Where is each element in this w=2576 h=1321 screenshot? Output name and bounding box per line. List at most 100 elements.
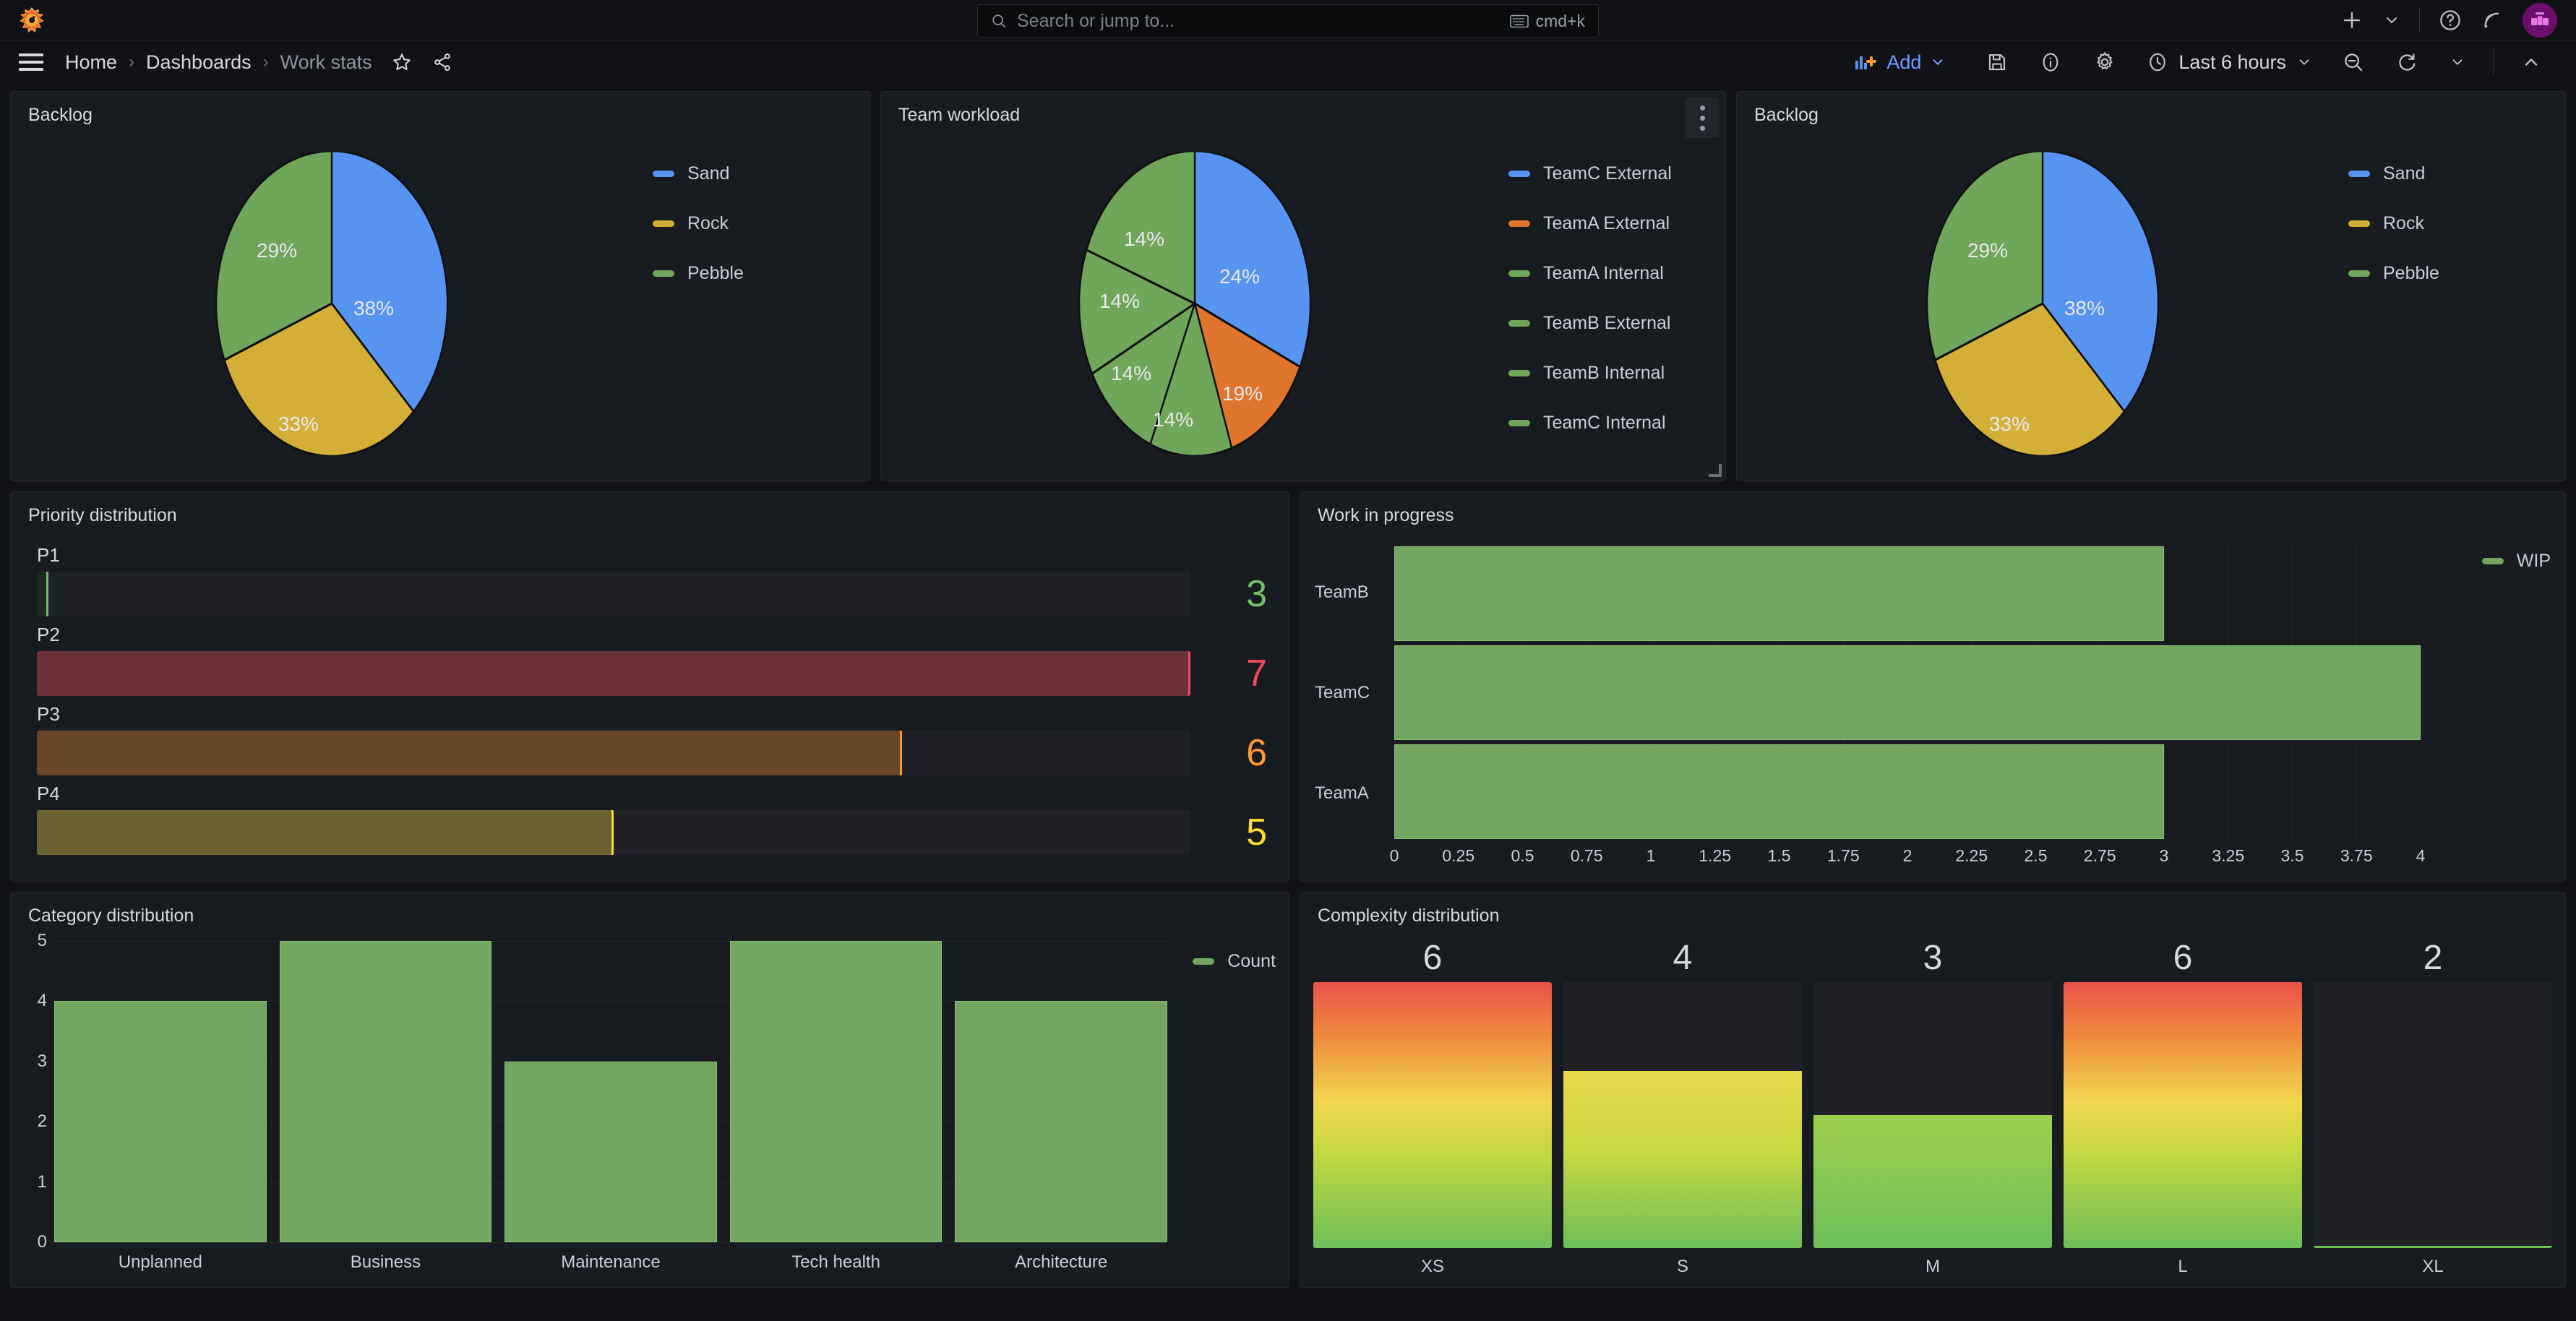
complexity-value: 2 xyxy=(2423,939,2443,977)
vbar-column-architecture[interactable] xyxy=(955,941,1167,1242)
global-search-input[interactable]: Search or jump to... cmd+k xyxy=(977,4,1599,38)
hamburger-menu-icon[interactable] xyxy=(19,53,43,71)
bar-gauge-row-p1[interactable]: P1 3 xyxy=(37,544,1267,616)
vbar-column-business[interactable] xyxy=(279,941,492,1242)
bar-gauge-label: P2 xyxy=(37,623,60,645)
hbar-bar-teamc[interactable] xyxy=(1394,645,2421,740)
complexity-fill xyxy=(1813,1115,2052,1248)
legend-item-pebble[interactable]: Pebble xyxy=(2348,263,2565,284)
bar-gauge-row-p3[interactable]: P3 6 xyxy=(37,703,1267,775)
legend-item-count[interactable]: Count xyxy=(1193,951,1276,972)
complexity-column-l[interactable]: 6 L xyxy=(2064,938,2302,1277)
dashboard-info-button[interactable] xyxy=(2024,51,2077,73)
bar-gauge-fill xyxy=(37,650,1190,696)
profile-avatar[interactable] xyxy=(2523,2,2557,38)
legend-item-teamc-external[interactable]: TeamC External xyxy=(1508,163,1725,184)
vbar-y-tick: 1 xyxy=(37,1171,47,1192)
bar-gauge-row-p4[interactable]: P4 5 xyxy=(37,783,1267,855)
save-disk-icon xyxy=(1989,53,2006,71)
hbar-bar-teama[interactable] xyxy=(1394,744,2164,839)
pie-chart-backlog-left[interactable]: 38% 33% 29% xyxy=(11,151,653,455)
hbar-bars xyxy=(1394,546,2421,839)
refresh-button[interactable] xyxy=(2380,51,2434,73)
save-dashboard-button[interactable] xyxy=(1970,51,2024,73)
dashboard-settings-button[interactable] xyxy=(2077,51,2132,74)
complexity-column-xs[interactable]: 6 XS xyxy=(1313,938,1552,1277)
pie-chart-team-workload[interactable]: 24% 19% 14% 14% 14% 14% xyxy=(881,151,1508,455)
legend-item-teamb-internal[interactable]: TeamB Internal xyxy=(1508,363,1725,384)
hbar-axis-tick: 0 xyxy=(1389,846,1399,865)
hbar-axis-tick: 2.75 xyxy=(2083,846,2116,865)
favorite-star-button[interactable] xyxy=(391,51,413,73)
refresh-interval-chevron[interactable] xyxy=(2434,54,2481,70)
collapse-toolbar-button[interactable] xyxy=(2505,52,2557,72)
vbar-y-axis: 0 1 2 3 4 5 xyxy=(24,931,54,1252)
vbar-column-unplanned[interactable] xyxy=(54,941,267,1242)
legend-item-teamb-external[interactable]: TeamB External xyxy=(1508,313,1725,334)
vbar-x-axis: Unplanned Business Maintenance Tech heal… xyxy=(54,1242,1167,1280)
add-panel-icon xyxy=(1855,56,1877,69)
legend-item-pebble[interactable]: Pebble xyxy=(653,263,870,284)
vbar-column-maintenance[interactable] xyxy=(505,941,717,1242)
news-button[interactable] xyxy=(2481,9,2504,32)
clock-icon xyxy=(2150,53,2166,72)
legend-label: Pebble xyxy=(2383,263,2439,283)
panel-resize-handle[interactable] xyxy=(1709,464,1722,477)
search-kbd-text: cmd+k xyxy=(1535,11,1585,30)
hbar-axis-tick: 3.25 xyxy=(2212,846,2245,865)
legend-item-teamc-internal[interactable]: TeamC Internal xyxy=(1508,413,1725,434)
panel-backlog-right: Backlog 38% 33% 29% Sand Rock Pebble xyxy=(1736,91,2566,481)
add-panel-button[interactable]: Add xyxy=(1855,51,1946,74)
legend-item-sand[interactable]: Sand xyxy=(653,163,870,184)
legend-label: TeamA External xyxy=(1543,213,1670,233)
share-dashboard-button[interactable] xyxy=(432,51,453,73)
legend-swatch-icon xyxy=(2348,171,2370,177)
breadcrumb-item-work-stats[interactable]: Work stats xyxy=(280,51,372,74)
bar-gauge-row-p2[interactable]: P2 7 xyxy=(37,624,1267,696)
vbar-plot: 0 1 2 3 4 5 xyxy=(24,931,1167,1252)
legend-item-teama-external[interactable]: TeamA External xyxy=(1508,213,1725,234)
breadcrumb-item-home[interactable]: Home xyxy=(65,51,117,74)
chevron-down-icon xyxy=(2452,59,2463,65)
bar-gauge-value: 5 xyxy=(1246,811,1267,853)
hbar-axis-tick: 3 xyxy=(2159,846,2169,865)
pie-slice-label: 33% xyxy=(1989,413,2030,435)
complexity-column-m[interactable]: 3 M xyxy=(1813,938,2052,1277)
legend-item-wip[interactable]: WIP xyxy=(2481,551,2551,572)
rss-news-icon xyxy=(2484,12,2499,27)
hbar-axis-tick: 2.5 xyxy=(2024,846,2048,865)
pie-chart-backlog-right[interactable]: 38% 33% 29% xyxy=(1737,151,2348,455)
legend-item-sand[interactable]: Sand xyxy=(2348,163,2565,184)
vbar-y-tick: 4 xyxy=(37,991,47,1011)
panel-complexity-distribution: Complexity distribution 6 XS 4 S 3 M 6 L… xyxy=(1300,892,2566,1288)
complexity-column-s[interactable]: 4 S xyxy=(1563,938,1802,1277)
vbar-column-tech-health[interactable] xyxy=(729,941,943,1242)
grafana-logo-wrap[interactable] xyxy=(0,6,64,35)
breadcrumb-separator: › xyxy=(129,52,135,72)
legend-swatch-icon xyxy=(653,171,674,177)
bar-gauge-fill xyxy=(37,571,48,616)
legend-item-rock[interactable]: Rock xyxy=(2348,213,2565,234)
create-new-chevron[interactable] xyxy=(2383,12,2400,29)
complexity-fill xyxy=(2064,982,2302,1248)
horizontal-bar-chart-body: TeamB TeamC TeamA 0 0.25 0.5 0.75 1 1.25… xyxy=(1300,526,2565,881)
zoom-out-time-button[interactable] xyxy=(2327,51,2380,73)
dashboard-toolbar: Home › Dashboards › Work stats Add Last … xyxy=(0,40,2576,84)
hbar-bar-teamb[interactable] xyxy=(1394,546,2164,641)
hbar-value-axis: 0 0.25 0.5 0.75 1 1.25 1.5 1.75 2 2.25 2… xyxy=(1390,843,2426,872)
legend-item-teama-internal[interactable]: TeamA Internal xyxy=(1508,263,1725,284)
pie-slice-label: 14% xyxy=(1111,362,1151,384)
time-range-picker[interactable]: Last 6 hours xyxy=(2132,51,2327,74)
panel-title: Priority distribution xyxy=(28,505,177,525)
chevron-down-icon xyxy=(2387,17,2397,23)
legend-swatch-icon xyxy=(653,270,674,277)
legend-item-rock[interactable]: Rock xyxy=(653,213,870,234)
vbar-x-label: Unplanned xyxy=(118,1252,202,1272)
breadcrumb-item-dashboards[interactable]: Dashboards xyxy=(146,51,252,74)
create-new-button[interactable] xyxy=(2340,8,2364,33)
vbar-y-tick: 0 xyxy=(37,1232,47,1252)
help-button[interactable] xyxy=(2439,9,2462,32)
info-circle-icon xyxy=(2043,53,2058,72)
hbar-axis-tick: 2.25 xyxy=(1955,846,1988,865)
complexity-column-xl[interactable]: 2 XL xyxy=(2314,938,2552,1277)
